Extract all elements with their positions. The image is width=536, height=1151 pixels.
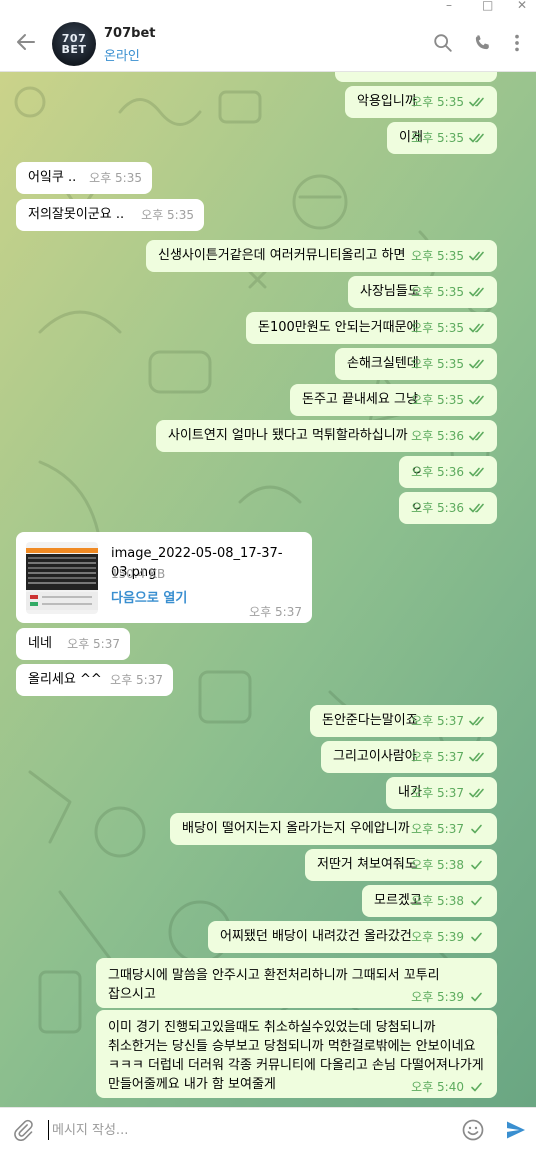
message-bubble[interactable]: 저딴거 쳐보여줘도 오후 5:38 — [305, 849, 497, 881]
message-time: 오후 5:39 — [411, 990, 464, 1004]
message-bubble[interactable]: 사이트연지 얼마나 됐다고 먹튀할라하십니까 오후 5:36 — [156, 420, 497, 452]
minimize-button[interactable]: – — [446, 0, 452, 13]
message-time: 오후 5:36 — [411, 465, 464, 479]
close-window-button[interactable]: ✕ — [517, 0, 527, 13]
paperclip-icon[interactable] — [12, 1119, 34, 1141]
message-time: 오후 5:35 — [411, 393, 464, 407]
message-bubble[interactable]: 그때당시에 말씀을 안주시고 환전처리하니까 그때되서 꼬투리 잡으시고 오후 5… — [96, 958, 497, 1008]
message-bubble[interactable]: 어찌됐던 배당이 내려갔건 올라갔건 오후 5:39 — [208, 921, 497, 953]
message-bubble[interactable]: 돈100만원도 안되는거때문에 오후 5:35 — [246, 312, 497, 344]
message-time: 오후 5:37 — [110, 673, 163, 687]
file-message[interactable]: image_2022-05-08_17-37-03.png 150.4 KB 다음으… — [16, 532, 312, 623]
chat-header: 707 BET 707bet 온라인 — [0, 14, 536, 72]
single-check-icon — [471, 992, 482, 1002]
message-bubble[interactable]: 돈안준다는말이죠 오후 5:37 — [310, 705, 497, 737]
message-bubble[interactable]: ㅇ 오후 5:36 — [399, 456, 497, 488]
message-time: 오후 5:35 — [89, 171, 142, 185]
single-check-icon — [471, 932, 482, 942]
phone-call-icon[interactable] — [471, 32, 493, 54]
message-bubble[interactable]: 이미 경기 진행되고있을때도 취소하실수있었는데 당첨되니까 취소한거는 당신들… — [96, 1010, 497, 1098]
double-check-icon — [469, 251, 484, 261]
double-check-icon — [469, 431, 484, 441]
double-check-icon — [469, 788, 484, 798]
double-check-icon — [469, 97, 484, 107]
avatar-logo: 707 BET — [61, 32, 87, 56]
double-check-icon — [469, 467, 484, 477]
message-bubble[interactable]: 올리세요 ^^ 오후 5:37 — [16, 664, 173, 696]
single-check-icon — [471, 824, 482, 834]
single-check-icon — [471, 1082, 482, 1092]
message-bubble[interactable]: 배당이 떨어지는지 올라가는지 우에압니까 오후 5:37 — [170, 813, 497, 845]
message-bubble[interactable]: 신생사이튼거같은데 여러커뮤니티올리고 하면 오후 5:35 — [146, 240, 497, 272]
message-bubble[interactable]: 오후 5:35 — [335, 72, 497, 82]
open-with-link[interactable]: 다음으로 열기 — [111, 589, 187, 608]
message-bubble[interactable]: 내가 오후 5:37 — [386, 777, 497, 809]
message-time: 오후 5:37 — [411, 714, 464, 728]
send-icon[interactable] — [504, 1118, 528, 1142]
message-bubble[interactable]: ㅇ 오후 5:36 — [399, 492, 497, 524]
message-bubble[interactable]: 손해크실텐데 오후 5:35 — [335, 348, 497, 380]
message-bubble[interactable]: 어잌쿠 .. 오후 5:35 — [16, 162, 152, 194]
message-bubble[interactable]: 그리고이사람아 오후 5:37 — [321, 741, 497, 773]
message-bubble[interactable]: 네네 오후 5:37 — [16, 628, 130, 660]
double-check-icon — [469, 503, 484, 513]
message-bubble[interactable]: 모르겠고 오후 5:38 — [362, 885, 497, 917]
message-input[interactable] — [52, 1119, 442, 1141]
double-check-icon — [469, 323, 484, 333]
message-time: 오후 5:38 — [411, 894, 464, 908]
chat-title[interactable]: 707bet — [104, 26, 155, 41]
window-titlebar: – □ ✕ — [0, 0, 536, 14]
message-time: 오후 5:35 — [411, 249, 464, 263]
message-bubble[interactable]: 돈주고 끝내세요 그냥 오후 5:35 — [290, 384, 497, 416]
chat-status: 온라인 — [104, 49, 140, 64]
double-check-icon — [469, 287, 484, 297]
avatar[interactable]: 707 BET — [52, 22, 96, 66]
message-time: 오후 5:36 — [411, 429, 464, 443]
message-time: 오후 5:37 — [249, 605, 302, 619]
message-time: 오후 5:35 — [411, 95, 464, 109]
image-thumbnail[interactable] — [26, 542, 98, 614]
message-time: 오후 5:37 — [67, 637, 120, 651]
message-time: 오후 5:35 — [411, 321, 464, 335]
file-size: 150.4 KB — [111, 567, 166, 581]
single-check-icon — [471, 860, 482, 870]
message-time: 오후 5:35 — [411, 131, 464, 145]
maximize-button[interactable]: □ — [482, 0, 493, 13]
double-check-icon — [469, 716, 484, 726]
double-check-icon — [469, 359, 484, 369]
message-bubble[interactable]: 이게 오후 5:35 — [387, 122, 497, 154]
message-time: 오후 5:35 — [411, 357, 464, 371]
chat-history[interactable]: 오후 5:35악용입니까오후 5:35이게오후 5:35어잌쿠 ..오후 5:3… — [0, 72, 536, 1107]
message-time: 오후 5:35 — [411, 72, 464, 73]
message-bubble[interactable]: 사장님들도 오후 5:35 — [348, 276, 497, 308]
message-bubble[interactable]: 저의잘못이군요 .. 오후 5:35 — [16, 199, 204, 231]
back-arrow-icon[interactable] — [14, 30, 38, 54]
message-time: 오후 5:38 — [411, 858, 464, 872]
message-time: 오후 5:40 — [411, 1080, 464, 1094]
message-composer — [0, 1107, 536, 1151]
message-time: 오후 5:39 — [411, 930, 464, 944]
more-options-icon[interactable] — [506, 32, 528, 54]
message-time: 오후 5:36 — [411, 501, 464, 515]
message-time: 오후 5:35 — [141, 208, 194, 222]
double-check-icon — [469, 395, 484, 405]
search-icon[interactable] — [432, 32, 454, 54]
emoji-icon[interactable] — [461, 1118, 485, 1142]
message-time: 오후 5:37 — [411, 822, 464, 836]
message-time: 오후 5:37 — [411, 750, 464, 764]
double-check-icon — [469, 133, 484, 143]
text-cursor — [48, 1120, 49, 1140]
message-time: 오후 5:37 — [411, 786, 464, 800]
double-check-icon — [469, 752, 484, 762]
message-time: 오후 5:35 — [411, 285, 464, 299]
single-check-icon — [471, 896, 482, 906]
message-bubble[interactable]: 악용입니까 오후 5:35 — [345, 86, 497, 118]
